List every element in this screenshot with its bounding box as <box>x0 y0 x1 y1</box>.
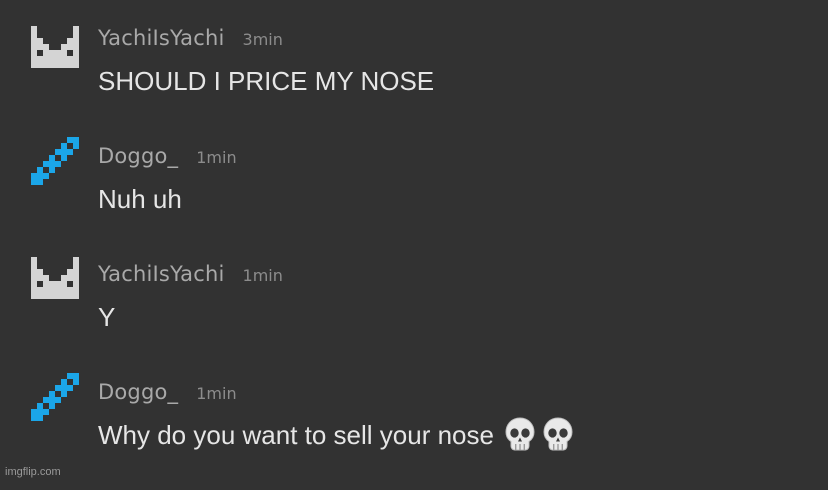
message-header: Doggo_ 1min <box>98 144 237 168</box>
skull-emoji-group <box>504 417 580 451</box>
timestamp: 1min <box>242 266 283 285</box>
message-text: Nuh uh <box>98 184 182 214</box>
timestamp: 1min <box>196 384 237 403</box>
username[interactable]: Doggo_ <box>98 144 178 168</box>
message-text-content: Why do you want to sell your nose <box>98 420 494 450</box>
chat-message: Doggo_ 1min Nuh uh <box>0 137 828 254</box>
user-avatar[interactable] <box>31 26 79 74</box>
white-pixel-face-icon <box>31 257 79 305</box>
message-text: Y <box>98 302 116 332</box>
skull-emoji-icon <box>542 417 574 451</box>
timestamp: 1min <box>196 148 237 167</box>
username[interactable]: YachiIsYachi <box>98 26 225 50</box>
message-header: Doggo_ 1min <box>98 380 237 404</box>
skull-emoji-icon <box>504 417 536 451</box>
message-text: SHOULD I PRICE MY NOSE <box>98 66 435 96</box>
timestamp: 3min <box>242 30 283 49</box>
blue-pixel-sword-icon <box>31 373 79 421</box>
username[interactable]: Doggo_ <box>98 380 178 404</box>
chat-message: YachiIsYachi 3min SHOULD I PRICE MY NOSE <box>0 26 828 136</box>
username[interactable]: YachiIsYachi <box>98 262 225 286</box>
blue-pixel-sword-icon <box>31 137 79 185</box>
chat-message: Doggo_ 1min Why do you want to sell your … <box>0 373 828 490</box>
user-avatar[interactable] <box>31 137 79 185</box>
message-header: YachiIsYachi 3min <box>98 26 283 50</box>
chat-message: YachiIsYachi 1min Y <box>0 257 828 372</box>
white-pixel-face-icon <box>31 26 79 74</box>
user-avatar[interactable] <box>31 257 79 305</box>
user-avatar[interactable] <box>31 373 79 421</box>
watermark: imgflip.com <box>5 466 61 478</box>
message-text: Why do you want to sell your nose <box>98 417 580 454</box>
message-header: YachiIsYachi 1min <box>98 262 283 286</box>
